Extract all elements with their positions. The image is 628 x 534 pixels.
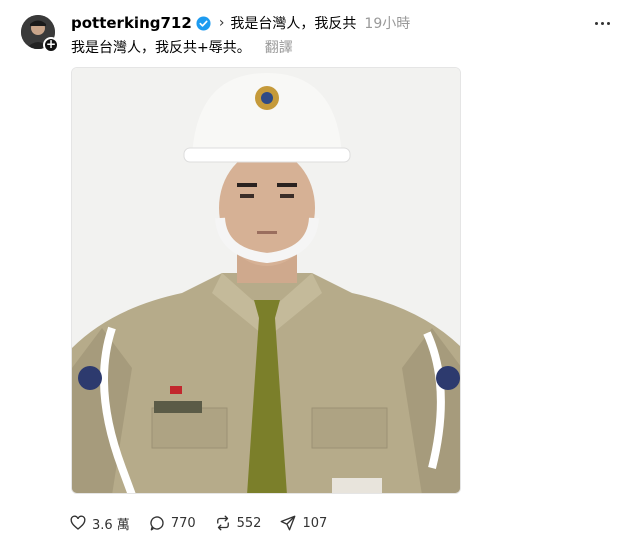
share-count: 107 <box>302 515 328 531</box>
comment-action[interactable]: 770 <box>148 514 196 532</box>
heart-icon <box>70 515 86 530</box>
username[interactable]: potterking712 <box>71 14 192 32</box>
repost-icon <box>216 515 229 531</box>
verified-badge-icon <box>196 15 211 31</box>
like-count: 3.6 萬 <box>92 517 130 533</box>
post-actions: 3.6 萬 770 552 107 <box>69 512 345 534</box>
repost-action[interactable]: 552 <box>214 514 262 532</box>
post-photo[interactable] <box>71 67 461 494</box>
follow-plus-icon[interactable]: + <box>43 37 59 53</box>
post-text: 我是台灣人，我反共+辱共。 <box>71 40 251 56</box>
like-action[interactable]: 3.6 萬 <box>69 514 130 533</box>
share-icon <box>281 515 296 531</box>
thread-title[interactable]: 我是台灣人，我反共 <box>230 13 356 33</box>
post-header: potterking712 › 我是台灣人，我反共 19小時 <box>71 12 410 34</box>
repost-count: 552 <box>236 515 262 531</box>
chevron-right-icon: › <box>218 15 225 31</box>
comment-icon <box>150 516 164 531</box>
post-text-line: 我是台灣人，我反共+辱共。 翻譯 <box>71 37 293 57</box>
timestamp[interactable]: 19小時 <box>364 13 410 33</box>
soldier-photo-image <box>72 68 460 493</box>
avatar-wrap[interactable]: + <box>21 15 59 53</box>
more-options-icon[interactable] <box>591 12 613 34</box>
comment-count: 770 <box>170 515 196 531</box>
share-action[interactable]: 107 <box>279 514 327 532</box>
translate-link[interactable]: 翻譯 <box>265 37 293 57</box>
